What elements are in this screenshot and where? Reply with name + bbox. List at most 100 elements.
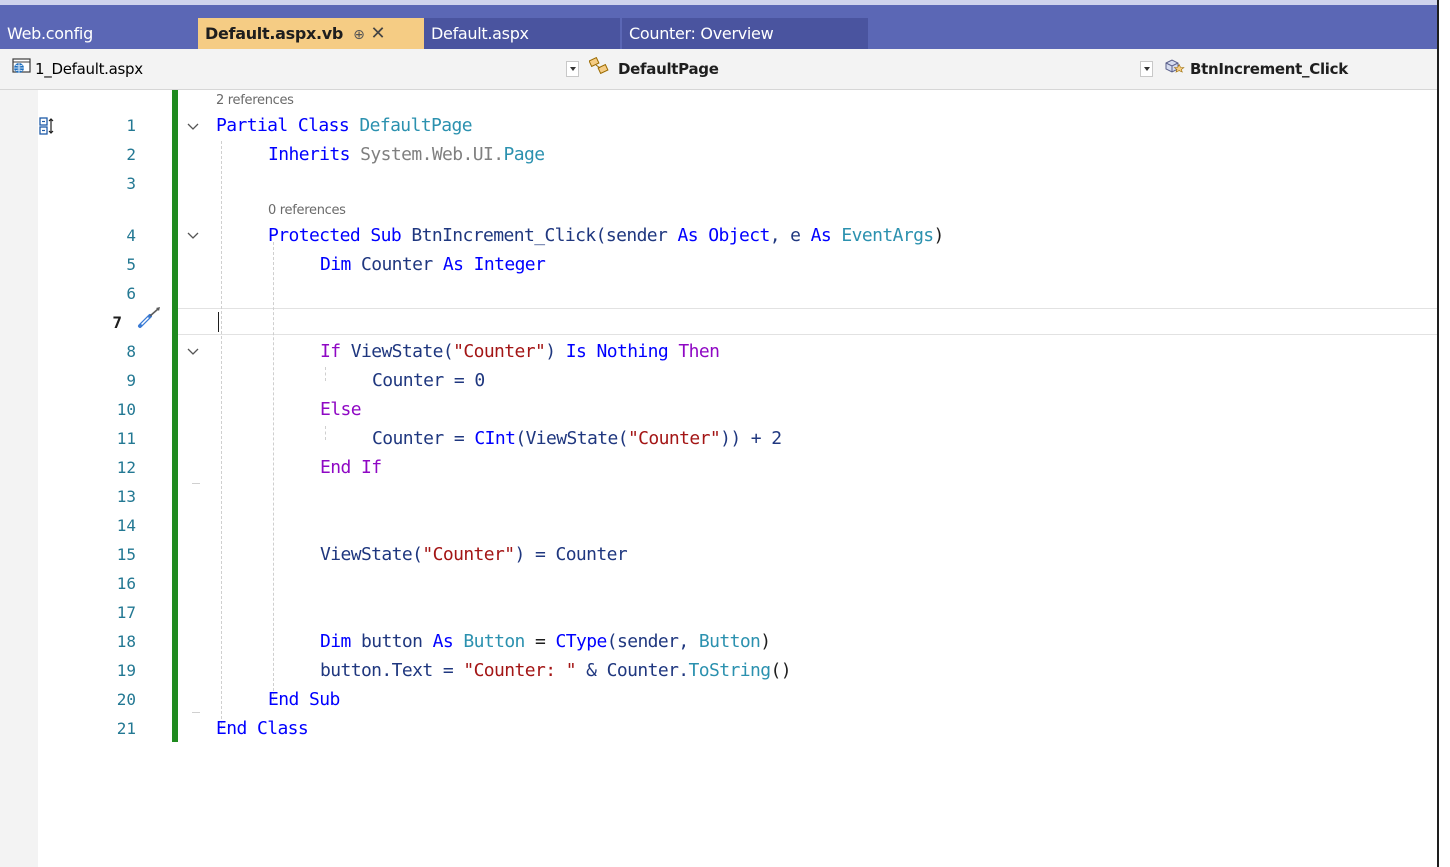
code-line-19[interactable]: button.Text = "Counter: " & Counter.ToSt… (320, 656, 792, 685)
fold-range-end (192, 483, 200, 484)
string-literal: "Counter" (422, 544, 515, 565)
code-line-20[interactable]: End Sub (268, 685, 340, 714)
expression: ViewState( (350, 341, 454, 362)
expression: & Counter. (575, 660, 689, 681)
code-line-21[interactable]: End Class (216, 714, 309, 743)
line-number: 19 (116, 661, 136, 680)
web-project-icon (12, 57, 32, 83)
keyword: Partial (216, 115, 288, 136)
tab-label: Default.aspx (431, 24, 529, 43)
line-number: 9 (126, 371, 136, 390)
keyword: Class (297, 115, 350, 136)
fold-chevron-icon[interactable] (186, 344, 200, 358)
line-number: 18 (116, 632, 136, 651)
keyword: Sub (370, 225, 402, 246)
text-caret (218, 312, 219, 332)
class-dropdown[interactable]: DefaultPage (588, 56, 719, 82)
line-number: 13 (116, 487, 136, 506)
code-line-15[interactable]: ViewState("Counter") = Counter (320, 540, 628, 569)
string-literal: "Counter" (627, 428, 721, 449)
code-line-5[interactable]: Dim Counter As Integer (320, 250, 546, 279)
expression: ViewState( (320, 544, 423, 565)
control-keyword: If (360, 457, 382, 478)
type-name: Button (698, 631, 761, 652)
code-line-9[interactable]: Counter = 0 (372, 366, 485, 395)
control-keyword: Else (320, 399, 362, 420)
line-number: 16 (116, 574, 136, 593)
project-name: 1_Default.aspx (35, 60, 143, 78)
line-number: 2 (126, 145, 136, 164)
tab-web-config[interactable]: Web.config (0, 18, 198, 49)
codelens-class-references[interactable]: 2 references (216, 93, 294, 108)
member-name: BtnIncrement_Click (1190, 60, 1348, 78)
expression: ) = Counter (514, 544, 628, 565)
code-line-2[interactable]: Inherits System.Web.UI.Page (268, 140, 545, 169)
code-line-8[interactable]: If ViewState("Counter") Is Nothing Then (320, 337, 720, 366)
line-number: 1 (126, 116, 136, 135)
line-number-current: 7 (112, 313, 122, 332)
control-keyword: Then (678, 341, 720, 362)
fold-chevron-icon[interactable] (186, 228, 200, 242)
tab-counter-overview[interactable]: Counter: Overview (622, 18, 868, 49)
type-name: Button (463, 631, 525, 652)
punctuation: () (770, 660, 791, 681)
project-dropdown-arrow[interactable] (566, 61, 579, 77)
vertical-scrollbar[interactable] (1437, 0, 1450, 867)
line-number: 3 (126, 174, 136, 193)
tab-default-aspx[interactable]: Default.aspx (424, 18, 620, 49)
current-line-highlight (178, 308, 1437, 335)
type-name: Page (503, 144, 545, 165)
line-number: 14 (116, 516, 136, 535)
line-number: 11 (116, 429, 136, 448)
quick-actions-screwdriver-icon[interactable] (136, 306, 164, 334)
class-dropdown-arrow[interactable] (1140, 61, 1153, 77)
punctuation: ) (545, 341, 556, 362)
change-tracking-bar (172, 90, 178, 742)
method-signature: BtnIncrement_Click(sender (411, 225, 668, 246)
code-line-12[interactable]: End If (320, 453, 382, 482)
pin-icon[interactable]: ⊕ (353, 20, 365, 51)
fold-chevron-icon[interactable] (186, 119, 200, 133)
indent-guide (221, 141, 222, 729)
keyword: As (432, 631, 454, 652)
line-number: 10 (116, 400, 136, 419)
type-keyword: Integer (473, 254, 546, 275)
line-number: 6 (126, 284, 136, 303)
project-dropdown[interactable]: 1_Default.aspx (12, 56, 143, 82)
control-keyword: End (320, 457, 351, 478)
line-number: 8 (126, 342, 136, 361)
tab-label: Default.aspx.vb (205, 24, 344, 43)
namespace: System.Web.UI. (360, 144, 504, 165)
code-line-4[interactable]: Protected Sub BtnIncrement_Click(sender … (268, 221, 944, 250)
code-editor[interactable]: 2 references 0 references 1 2 3 4 5 6 7 … (0, 90, 1437, 867)
string-literal: "Counter" (453, 341, 546, 362)
keyword: Nothing (596, 341, 669, 362)
method-name: ToString (688, 660, 772, 681)
keyword: Sub (308, 689, 340, 710)
keyword: End (216, 718, 247, 739)
control-keyword: If (320, 341, 341, 362)
tab-label: Web.config (7, 24, 93, 43)
variable: button (360, 631, 423, 652)
keyword: End (268, 689, 299, 710)
statement: Counter = (372, 428, 475, 449)
param-text: , e (769, 225, 801, 246)
indent-guide (273, 242, 274, 701)
keyword: As (810, 225, 832, 246)
code-line-1[interactable]: Partial Class DefaultPage (216, 111, 473, 140)
fold-range-end (192, 712, 200, 713)
event-method-icon (1163, 57, 1187, 83)
code-line-10[interactable]: Else (320, 395, 362, 424)
keyword: As (677, 225, 699, 246)
code-line-11[interactable]: Counter = CInt(ViewState("Counter")) + 2 (372, 424, 782, 453)
code-line-18[interactable]: Dim button As Button = CType(sender, But… (320, 627, 771, 656)
split-view-icon[interactable] (39, 117, 55, 139)
codelens-method-references[interactable]: 0 references (268, 203, 346, 218)
member-dropdown[interactable]: BtnIncrement_Click (1163, 56, 1348, 82)
keyword: Protected (268, 225, 361, 246)
string-literal: "Counter: " (463, 660, 576, 681)
close-icon[interactable]: ✕ (371, 18, 386, 49)
keyword: Inherits (268, 144, 351, 165)
operator: = (535, 631, 546, 652)
glyph-margin (0, 90, 38, 867)
